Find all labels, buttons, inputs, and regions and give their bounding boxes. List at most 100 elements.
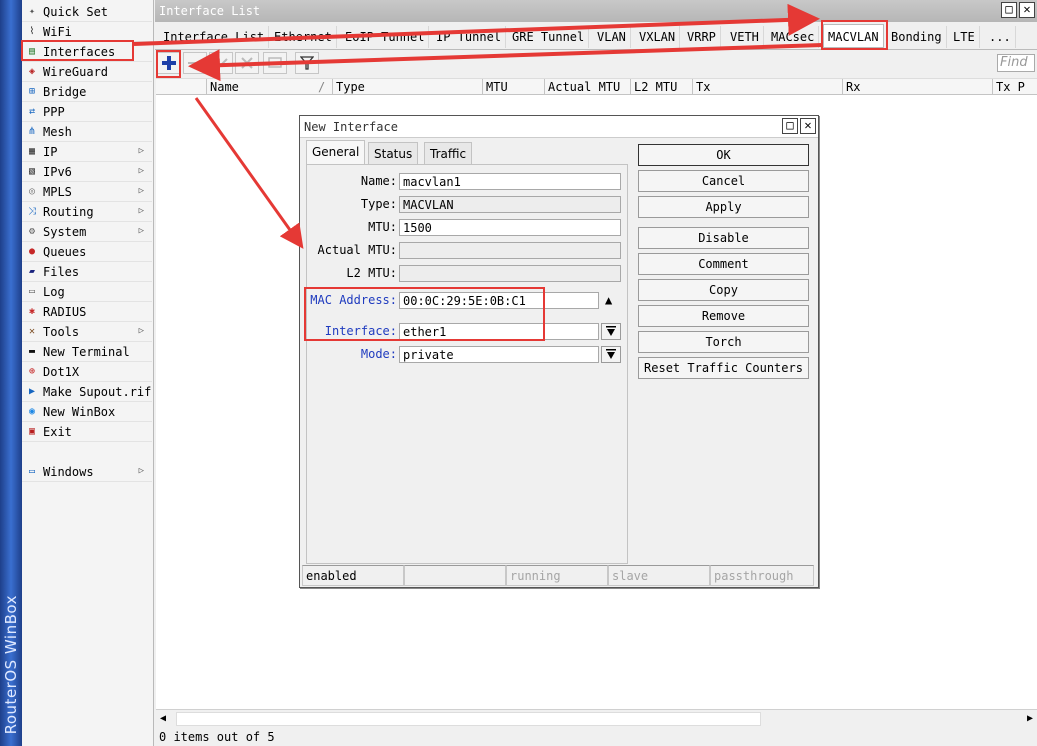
tab-gre-tunnel[interactable]: GRE Tunnel <box>508 26 590 48</box>
column-mtu[interactable]: MTU <box>482 79 544 95</box>
filter-button[interactable] <box>295 52 319 74</box>
remove-button[interactable]: Remove <box>638 305 809 327</box>
tab-general[interactable]: General <box>306 140 366 164</box>
comment-button[interactable]: Comment <box>638 253 809 275</box>
terminal-icon: ▬ <box>28 345 36 357</box>
column-flags[interactable] <box>156 79 206 95</box>
sidebar-item-wireguard[interactable]: ◈ WireGuard <box>22 62 152 82</box>
mac-address-field[interactable]: 00:0C:29:5E:0B:C1 <box>399 292 599 309</box>
name-field[interactable]: macvlan1 <box>399 173 621 190</box>
tab-macsec[interactable]: MACsec <box>767 26 820 48</box>
tab-interface-list[interactable]: Interface List <box>159 26 270 48</box>
sidebar-item-ppp[interactable]: ⇄ PPP <box>22 102 152 122</box>
interface-dropdown-icon[interactable] <box>601 323 621 340</box>
sidebar-item-new-terminal[interactable]: ▬ New Terminal <box>22 342 152 362</box>
column-rx[interactable]: Rx <box>842 79 992 95</box>
new-interface-dialog: New Interface □ ✕ General Status Traffic… <box>299 115 819 588</box>
sidebar-item-routing[interactable]: ⤨ Routing ▷ <box>22 202 152 222</box>
l2-mtu-label: L2 MTU: <box>346 266 397 280</box>
sidebar-item-radius[interactable]: ✱ RADIUS <box>22 302 152 322</box>
sidebar-item-tools[interactable]: ✕ Tools ▷ <box>22 322 152 342</box>
windows-icon: ▭ <box>28 465 36 477</box>
close-icon[interactable]: ✕ <box>1019 2 1035 18</box>
mode-dropdown-icon[interactable] <box>601 346 621 363</box>
sidebar-item-label: Windows <box>43 464 94 479</box>
ok-button[interactable]: OK <box>638 144 809 166</box>
tab-vlan[interactable]: VLAN <box>593 26 631 48</box>
status-running: running <box>506 565 608 586</box>
interface-select[interactable]: ether1 <box>399 323 599 340</box>
tab-lte[interactable]: LTE <box>949 26 980 48</box>
sidebar-item-files[interactable]: ▰ Files <box>22 262 152 282</box>
mtu-field[interactable]: 1500 <box>399 219 621 236</box>
tab-bonding[interactable]: Bonding <box>887 26 947 48</box>
column-tx[interactable]: Tx <box>692 79 842 95</box>
find-input[interactable]: Find <box>997 54 1035 72</box>
tab-vxlan[interactable]: VXLAN <box>635 26 681 48</box>
l2-mtu-field <box>399 265 621 282</box>
reset-traffic-counters-button[interactable]: Reset Traffic Counters <box>638 357 809 379</box>
sidebar-item-bridge[interactable]: ⊞ Bridge <box>22 82 152 102</box>
gear-icon: ⚙ <box>28 225 36 237</box>
tab-vrrp[interactable]: VRRP <box>683 26 721 48</box>
sidebar-item-label: Mesh <box>43 124 72 139</box>
dialog-maximize-icon[interactable]: □ <box>782 118 798 134</box>
disable-button[interactable]: Disable <box>638 227 809 249</box>
sidebar-item-label: Tools <box>43 324 80 339</box>
sidebar-item-new-winbox[interactable]: ◉ New WinBox <box>22 402 152 422</box>
copy-button[interactable]: Copy <box>638 279 809 301</box>
collapse-up-icon[interactable]: ▲ <box>605 293 612 307</box>
tab-traffic[interactable]: Traffic <box>424 142 473 164</box>
tab-macvlan[interactable]: MACVLAN <box>823 24 884 48</box>
sidebar-item-label: New Terminal <box>43 344 130 359</box>
column-l2-mtu[interactable]: L2 MTU <box>630 79 692 95</box>
sidebar-item-queues[interactable]: ● Queues <box>22 242 152 262</box>
scrollbar-thumb[interactable] <box>176 712 761 726</box>
tab-more[interactable]: ... <box>985 26 1016 48</box>
disable-button[interactable] <box>235 52 259 74</box>
sidebar-item-exit[interactable]: ▣ Exit <box>22 422 152 442</box>
remove-button[interactable] <box>183 52 207 74</box>
sidebar-item-ipv6[interactable]: ▧ IPv6 ▷ <box>22 162 152 182</box>
torch-button[interactable]: Torch <box>638 331 809 353</box>
column-actual-mtu[interactable]: Actual MTU <box>544 79 630 95</box>
sidebar-item-label: IPv6 <box>43 164 72 179</box>
sidebar-item-log[interactable]: ▭ Log <box>22 282 152 302</box>
sidebar-item-make-supout-rif[interactable]: ▶ Make Supout.rif <box>22 382 152 402</box>
enable-button[interactable] <box>209 52 233 74</box>
horizontal-scrollbar[interactable]: ◀ ▶ <box>156 709 1037 727</box>
sidebar-item-mpls[interactable]: ◎ MPLS ▷ <box>22 182 152 202</box>
mode-select[interactable]: private <box>399 346 599 363</box>
sidebar-item-label: Bridge <box>43 84 87 99</box>
tab-ip-tunnel[interactable]: IP Tunnel <box>432 26 507 48</box>
sidebar-item-mesh[interactable]: ⋔ Mesh <box>22 122 152 142</box>
tab-veth[interactable]: VETH <box>726 26 764 48</box>
sidebar-item-windows[interactable]: ▭ Windows ▷ <box>22 462 152 482</box>
window-title-bar: Interface List □ ✕ <box>155 0 1037 22</box>
sidebar-item-quick-set[interactable]: ✦ Quick Set <box>22 2 152 22</box>
apply-button[interactable]: Apply <box>638 196 809 218</box>
sidebar-item-system[interactable]: ⚙ System ▷ <box>22 222 152 242</box>
routing-icon: ⤨ <box>28 205 36 217</box>
sidebar-item-interfaces[interactable]: ▤ Interfaces <box>22 42 152 62</box>
tab-status[interactable]: Status <box>368 142 419 164</box>
column-tx-p[interactable]: Tx P <box>992 79 1037 95</box>
comment-button[interactable] <box>263 52 287 74</box>
dialog-title: New Interface <box>304 120 398 134</box>
tab-eoip-tunnel[interactable]: EoIP Tunnel <box>341 26 430 48</box>
cancel-button[interactable]: Cancel <box>638 170 809 192</box>
column-type[interactable]: Type <box>332 79 482 95</box>
brand-strip: RouterOS WinBox <box>0 0 22 746</box>
sidebar-item-label: Queues <box>43 244 87 259</box>
sidebar-item-wifi[interactable]: ⌇ WiFi <box>22 22 152 42</box>
scroll-left-icon[interactable]: ◀ <box>160 713 166 724</box>
sidebar-item-ip[interactable]: ▦ IP ▷ <box>22 142 152 162</box>
add-button[interactable] <box>157 52 181 74</box>
submenu-arrow-icon: ▷ <box>138 146 144 156</box>
dialog-close-icon[interactable]: ✕ <box>800 118 816 134</box>
scroll-right-icon[interactable]: ▶ <box>1027 713 1033 724</box>
maximize-icon[interactable]: □ <box>1001 2 1017 18</box>
sidebar-item-dot1x[interactable]: ⊕ Dot1X <box>22 362 152 382</box>
tab-ethernet[interactable]: Ethernet <box>270 26 337 48</box>
column-name[interactable]: Name <box>206 79 332 95</box>
